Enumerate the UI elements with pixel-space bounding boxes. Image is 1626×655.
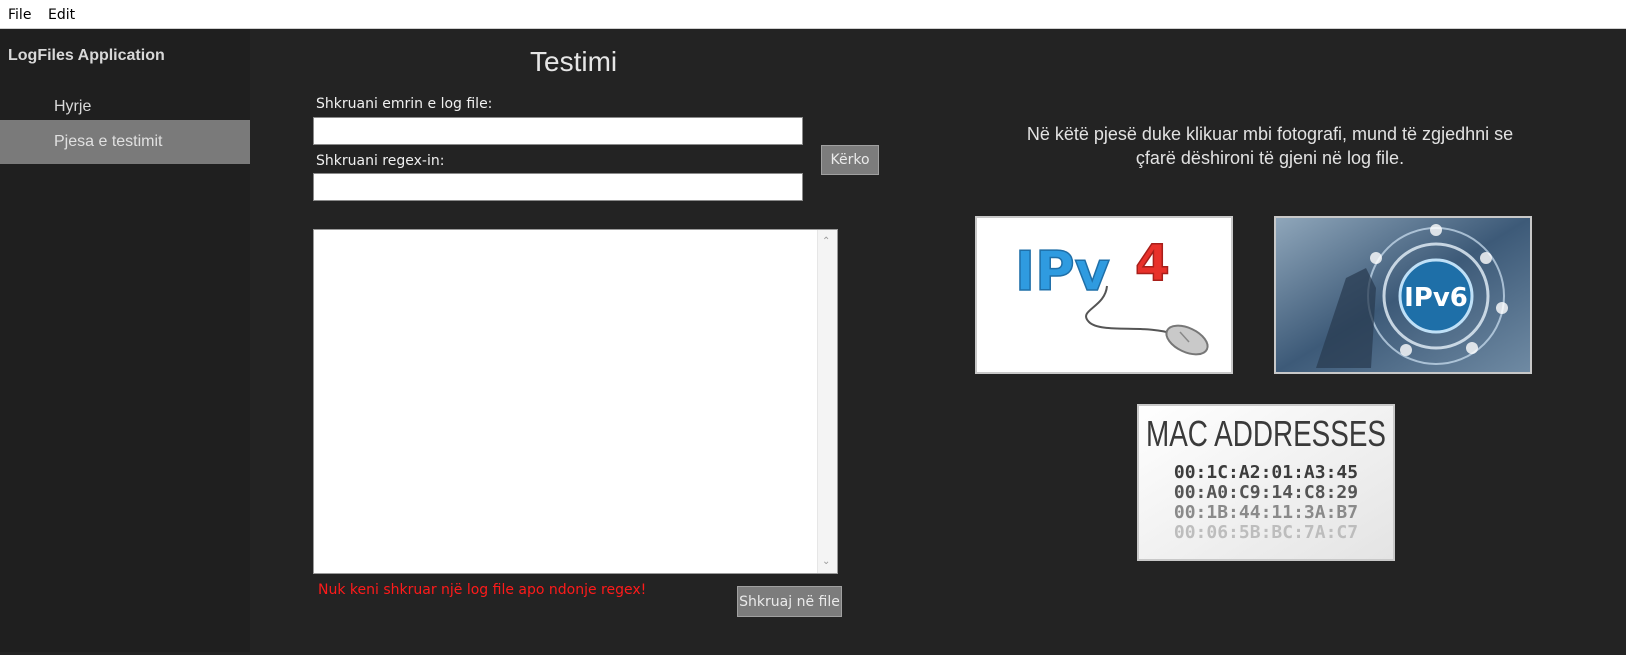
regex-label: Shkruani regex-in:	[316, 153, 445, 169]
ipv4-digit: 4	[1135, 234, 1170, 292]
mac-address-3: 00:1B:44:11:3A:B7	[1174, 502, 1358, 523]
menu-file[interactable]: File	[8, 7, 31, 23]
sidebar-item-testimi[interactable]: Pjesa e testimit	[0, 120, 250, 164]
sidebar-item-label: Hyrje	[54, 98, 92, 115]
mac-address-2: 00:A0:C9:14:C8:29	[1174, 482, 1358, 503]
write-to-file-button[interactable]: Shkruaj në file	[737, 586, 842, 617]
ipv4-label: IPv	[1015, 240, 1110, 303]
regex-input[interactable]	[313, 173, 803, 201]
ipv4-option[interactable]: IPv 4	[975, 216, 1233, 374]
sidebar: LogFiles Application Hyrje Pjesa e testi…	[0, 29, 250, 652]
chevron-down-icon[interactable]: ⌄	[822, 556, 830, 567]
page-title: Testimi	[530, 46, 618, 77]
menu-bar: File Edit	[0, 0, 1626, 29]
chevron-up-icon[interactable]: ⌃	[822, 236, 830, 247]
mac-address-1: 00:1C:A2:01:A3:45	[1174, 462, 1358, 483]
output-scrollbar[interactable]: ⌃ ⌄	[817, 230, 837, 573]
ipv4-image: IPv 4	[977, 218, 1231, 372]
mac-title: MAC ADDRESSES	[1146, 413, 1386, 454]
mac-address-4: 00:06:5B:BC:7A:C7	[1174, 522, 1358, 543]
ipv6-image: IPv6	[1276, 218, 1530, 372]
app-title: LogFiles Application	[8, 47, 165, 64]
menu-edit[interactable]: Edit	[48, 7, 75, 23]
search-button[interactable]: Kërko	[821, 145, 879, 175]
log-file-label: Shkruani emrin e log file:	[316, 96, 493, 112]
info-text: Në këtë pjesë duke klikuar mbi fotografi…	[1026, 124, 1514, 168]
ipv6-option[interactable]: IPv6	[1274, 216, 1532, 374]
mac-addresses-option[interactable]: MAC ADDRESSES 00:1C:A2:01:A3:45 00:A0:C9…	[1137, 404, 1395, 561]
error-message: Nuk keni shkruar një log file apo ndonje…	[318, 582, 647, 598]
ipv6-label: IPv6	[1404, 283, 1468, 313]
output-textarea[interactable]: ⌃ ⌄	[313, 229, 838, 574]
sidebar-item-label: Pjesa e testimit	[54, 133, 163, 150]
log-file-input[interactable]	[313, 117, 803, 145]
mac-addresses-image: MAC ADDRESSES 00:1C:A2:01:A3:45 00:A0:C9…	[1139, 406, 1393, 559]
